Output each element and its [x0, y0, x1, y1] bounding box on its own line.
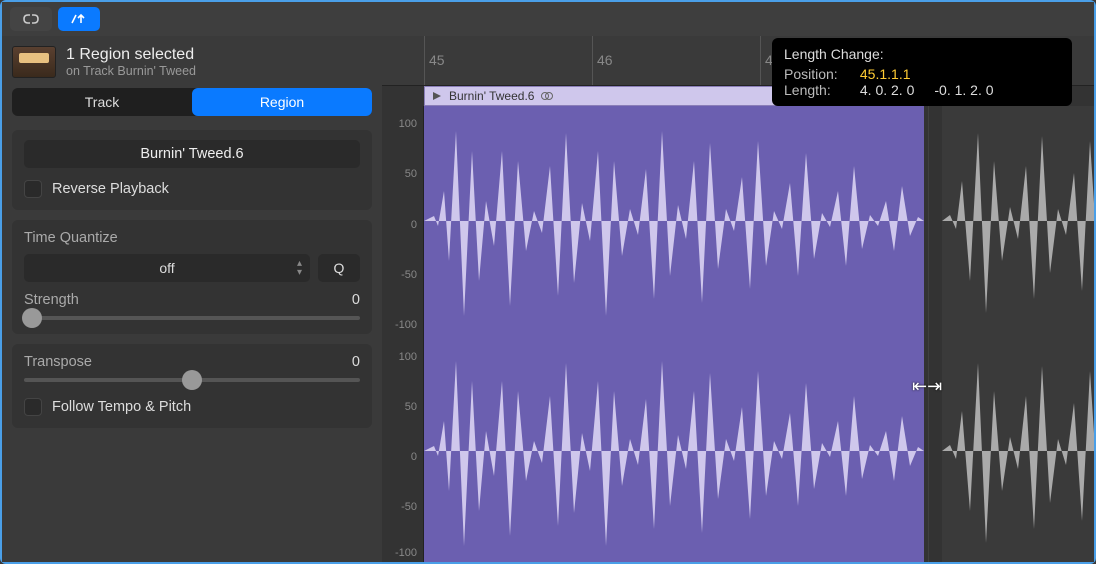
y-tick: 100: [399, 351, 417, 363]
waveform-unselected: [942, 106, 1094, 562]
strength-value: 0: [352, 292, 360, 308]
y-tick: 50: [405, 401, 417, 413]
y-tick: 100: [399, 118, 417, 130]
ruler-tick: 46: [592, 36, 613, 85]
reverse-playback-label: Reverse Playback: [52, 181, 169, 197]
region-name-field[interactable]: Burnin' Tweed.6: [24, 140, 360, 168]
strength-label: Strength: [24, 292, 79, 308]
tooltip-position-value: 45.1.1.1: [860, 66, 911, 82]
timeline-area[interactable]: 45 46 47 Burnin' Tweed.6 100 50 0 -50 -1…: [382, 36, 1094, 562]
amplitude-axis: 100 50 0 -50 -100 100 50 0 -50 -100: [382, 106, 424, 562]
ruler-tick: 45: [424, 36, 445, 85]
region-header-name: Burnin' Tweed.6: [449, 89, 534, 103]
tooltip-title: Length Change:: [784, 46, 1060, 62]
inspector-tab-switch[interactable]: Track Region: [12, 88, 372, 116]
tooltip-length-value: 4. 0. 2. 0: [860, 82, 914, 98]
tab-track[interactable]: Track: [12, 88, 192, 116]
quantize-button[interactable]: Q: [318, 254, 360, 282]
waveform-selected: [424, 106, 924, 562]
transpose-label: Transpose: [24, 354, 92, 370]
y-tick: -50: [401, 501, 417, 513]
tooltip-delta-value: -0. 1. 2. 0: [934, 82, 993, 98]
stereo-icon: [540, 91, 554, 101]
y-tick: 50: [405, 168, 417, 180]
inspector-panel: 1 Region selected on Track Burnin' Tweed…: [2, 36, 382, 562]
catch-playhead-button[interactable]: [58, 7, 100, 31]
top-toolbar: [2, 2, 1094, 36]
follow-tempo-label: Follow Tempo & Pitch: [52, 399, 191, 415]
follow-tempo-checkbox[interactable]: [24, 398, 42, 416]
link-icon: [21, 12, 41, 26]
y-tick: 0: [411, 219, 417, 231]
resize-cursor-icon: ⇤⇥: [912, 376, 942, 397]
time-quantize-dropdown[interactable]: off ▴▾: [24, 254, 310, 282]
transpose-slider[interactable]: [24, 378, 360, 382]
y-tick: -100: [395, 547, 417, 559]
transpose-value: 0: [352, 354, 360, 370]
inspector-title: 1 Region selected: [66, 46, 196, 64]
y-tick: -100: [395, 319, 417, 331]
tooltip-position-label: Position:: [784, 66, 856, 82]
audio-region[interactable]: [424, 106, 924, 562]
time-quantize-value: off: [159, 260, 174, 276]
strength-slider-thumb[interactable]: [22, 308, 42, 328]
inspector-subtitle: on Track Burnin' Tweed: [66, 64, 196, 78]
adjacent-region[interactable]: [942, 106, 1094, 562]
track-thumbnail: [12, 46, 56, 78]
strength-slider[interactable]: [24, 316, 360, 320]
catch-icon: [69, 12, 89, 26]
reverse-playback-checkbox[interactable]: [24, 180, 42, 198]
length-change-tooltip: Length Change: Position: 45.1.1.1 Length…: [772, 38, 1072, 106]
tab-region[interactable]: Region: [192, 88, 372, 116]
link-toggle-button[interactable]: [10, 7, 52, 31]
y-tick: 0: [411, 451, 417, 463]
time-quantize-label: Time Quantize: [24, 230, 360, 246]
y-tick: -50: [401, 269, 417, 281]
transpose-slider-thumb[interactable]: [182, 370, 202, 390]
tooltip-length-label: Length:: [784, 82, 856, 98]
chevron-updown-icon: ▴▾: [297, 259, 302, 277]
play-icon: [431, 91, 443, 101]
